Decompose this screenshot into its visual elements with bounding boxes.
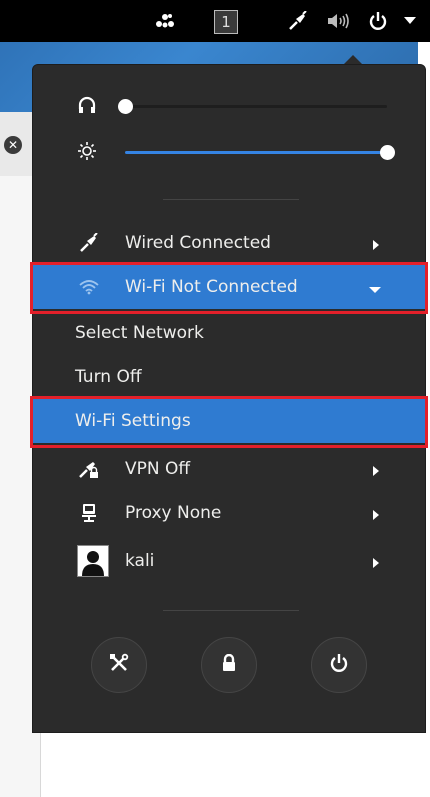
volume-icon[interactable] (324, 0, 352, 42)
power-icon[interactable] (366, 0, 390, 42)
select-network-label: Select Network (75, 323, 204, 343)
settings-button[interactable] (91, 637, 147, 693)
vpn-menu-item[interactable]: VPN Off (33, 447, 427, 491)
lock-icon (221, 653, 237, 676)
top-bar: 1 (0, 0, 430, 42)
volume-knob[interactable] (118, 99, 133, 114)
chevron-right-icon (371, 236, 383, 250)
brightness-icon (77, 141, 101, 163)
apps-icon[interactable] (152, 0, 178, 42)
chevron-right-icon (371, 506, 383, 520)
separator (163, 199, 299, 200)
volume-slider[interactable] (33, 91, 427, 121)
separator (163, 610, 299, 611)
vpn-label: VPN Off (125, 459, 191, 479)
background-window-close-icon[interactable]: ✕ (4, 136, 22, 154)
volume-track[interactable] (118, 99, 387, 114)
proxy-icon (77, 501, 101, 525)
chevron-right-icon (371, 554, 383, 568)
select-network-item[interactable]: Select Network (33, 311, 427, 355)
proxy-label: Proxy None (125, 503, 222, 523)
brightness-slider[interactable] (33, 137, 427, 167)
tools-icon (108, 652, 130, 678)
headphones-icon (77, 95, 101, 117)
workspace-indicator[interactable]: 1 (214, 10, 238, 34)
wifi-settings-annotation-box (30, 396, 428, 448)
brightness-track[interactable] (125, 145, 395, 160)
avatar-icon (77, 545, 109, 577)
dropdown-arrow-icon[interactable] (400, 0, 420, 42)
wired-network-icon (77, 231, 101, 255)
wired-menu-item[interactable]: Wired Connected (33, 221, 427, 265)
lock-button[interactable] (201, 637, 257, 693)
chevron-right-icon (371, 462, 383, 476)
wired-network-icon[interactable] (285, 0, 311, 42)
vpn-icon (77, 457, 101, 481)
wired-label: Wired Connected (125, 233, 271, 253)
turn-off-label: Turn Off (75, 367, 142, 387)
user-menu-item[interactable]: kali (33, 539, 427, 583)
proxy-menu-item[interactable]: Proxy None (33, 491, 427, 535)
wifi-annotation-box (30, 262, 428, 314)
user-label: kali (125, 551, 155, 571)
turn-off-item[interactable]: Turn Off (33, 355, 427, 399)
power-button[interactable] (311, 637, 367, 693)
brightness-fill (125, 151, 387, 154)
brightness-knob[interactable] (380, 145, 395, 160)
power-icon (329, 653, 349, 677)
